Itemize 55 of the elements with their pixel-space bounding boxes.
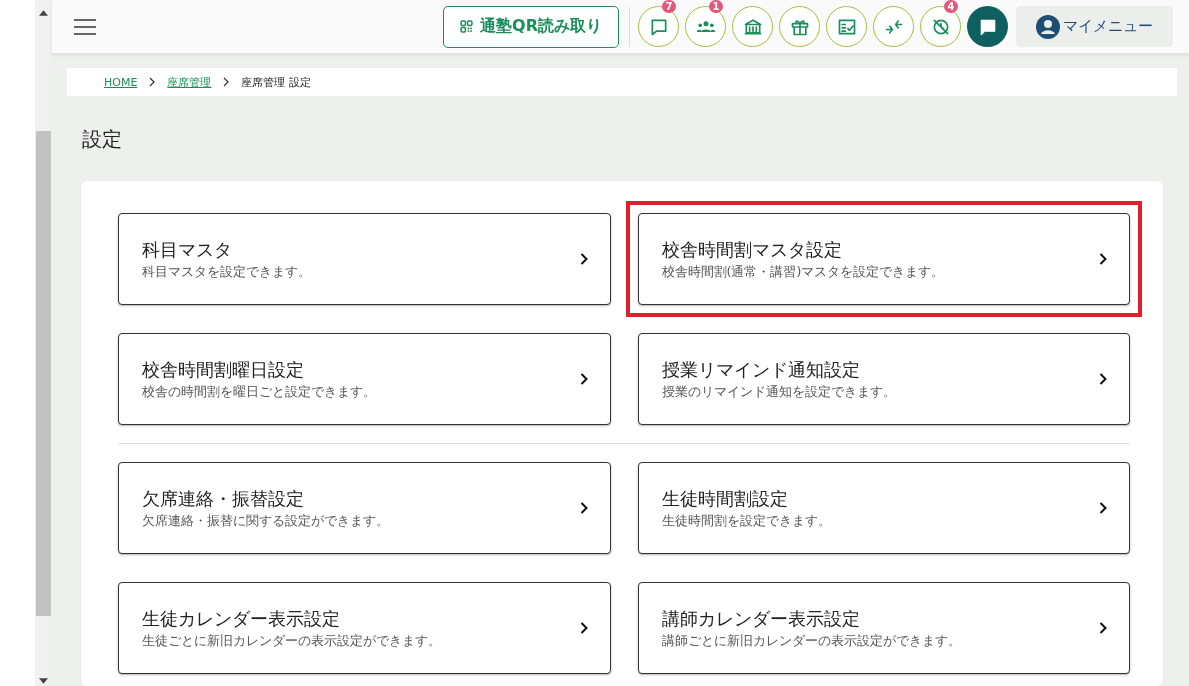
breadcrumb-link[interactable]: 座席管理	[167, 74, 212, 90]
settings-card[interactable]: 授業リマインド通知設定 授業のリマインド通知を設定できます。	[637, 333, 1130, 425]
settings-card[interactable]: 生徒カレンダー表示設定 生徒ごとに新旧カレンダーの表示設定ができます。	[118, 582, 611, 674]
transfer-button[interactable]	[873, 6, 914, 47]
card-description: 講師ごとに新旧カレンダーの表示設定ができます。	[661, 632, 961, 650]
card-title: 校舎時間割曜日設定	[142, 357, 305, 382]
menu-icon[interactable]	[74, 18, 96, 35]
scroll-down-icon[interactable]	[39, 678, 48, 684]
settings-card[interactable]: 欠席連絡・振替設定 欠席連絡・振替に関する設定ができます。	[118, 462, 611, 554]
breadcrumb-link[interactable]: HOME	[104, 75, 138, 89]
checklist-button[interactable]	[826, 6, 867, 47]
chevron-icon	[149, 77, 156, 87]
card-description: 欠席連絡・振替に関する設定ができます。	[142, 512, 389, 530]
settings-card[interactable]: 生徒時間割設定 生徒時間割を設定できます。	[637, 462, 1130, 554]
settings-card[interactable]: 講師カレンダー表示設定 講師ごとに新旧カレンダーの表示設定ができます。	[637, 582, 1130, 674]
my-menu-button[interactable]: マイメニュー	[1016, 6, 1173, 47]
chevron-right-icon	[579, 622, 588, 634]
card-description: 生徒時間割を設定できます。	[661, 512, 831, 530]
count-badge: 4	[944, 0, 958, 13]
scrollbar[interactable]	[35, 0, 52, 686]
card-description: 生徒ごとに新旧カレンダーの表示設定ができます。	[142, 632, 441, 650]
scroll-up-icon[interactable]	[39, 10, 48, 16]
chevron-icon	[223, 77, 230, 87]
breadcrumb-current: 座席管理 設定	[241, 74, 311, 90]
scrollbar-thumb[interactable]	[36, 131, 51, 616]
settings-card[interactable]: 科目マスタ 科目マスタを設定できます。	[118, 213, 611, 305]
card-description: 校舎の時間割を曜日ごと設定できます。	[142, 383, 376, 401]
count-badge: 1	[709, 0, 723, 13]
chevron-right-icon	[1099, 253, 1107, 265]
chevron-right-icon	[579, 253, 588, 265]
card-title: 授業リマインド通知設定	[661, 357, 861, 382]
qr-icon	[460, 20, 474, 33]
card-title: 欠席連絡・振替設定	[142, 486, 305, 511]
school-button[interactable]	[732, 6, 773, 47]
card-description: 校舎時間割(通常・講習)マスタを設定できます。	[661, 263, 945, 281]
card-title: 生徒カレンダー表示設定	[142, 606, 341, 631]
card-description: 授業のリマインド通知を設定できます。	[661, 383, 896, 401]
settings-card[interactable]: 校舎時間割曜日設定 校舎の時間割を曜日ごと設定できます。	[118, 333, 611, 425]
chevron-right-icon	[1099, 622, 1107, 634]
user-icon	[1036, 14, 1060, 39]
message-button[interactable]	[967, 6, 1008, 47]
count-badge: 7	[662, 0, 676, 13]
chevron-right-icon	[1099, 502, 1107, 514]
card-title: 科目マスタ	[142, 237, 233, 262]
chevron-right-icon	[1099, 373, 1107, 385]
settings-card[interactable]: 校舎時間割マスタ設定 校舎時間割(通常・講習)マスタを設定できます。	[637, 213, 1130, 305]
card-title: 校舎時間割マスタ設定	[661, 237, 843, 262]
card-title: 生徒時間割設定	[661, 486, 789, 511]
gift-button[interactable]	[779, 6, 820, 47]
chevron-right-icon	[579, 502, 588, 514]
card-title: 講師カレンダー表示設定	[661, 606, 861, 631]
chevron-right-icon	[579, 373, 588, 385]
qr-scan-button[interactable]: 通塾QR読み取り	[443, 5, 619, 48]
card-description: 科目マスタを設定できます。	[142, 263, 311, 281]
page-title: 設定	[82, 126, 123, 153]
